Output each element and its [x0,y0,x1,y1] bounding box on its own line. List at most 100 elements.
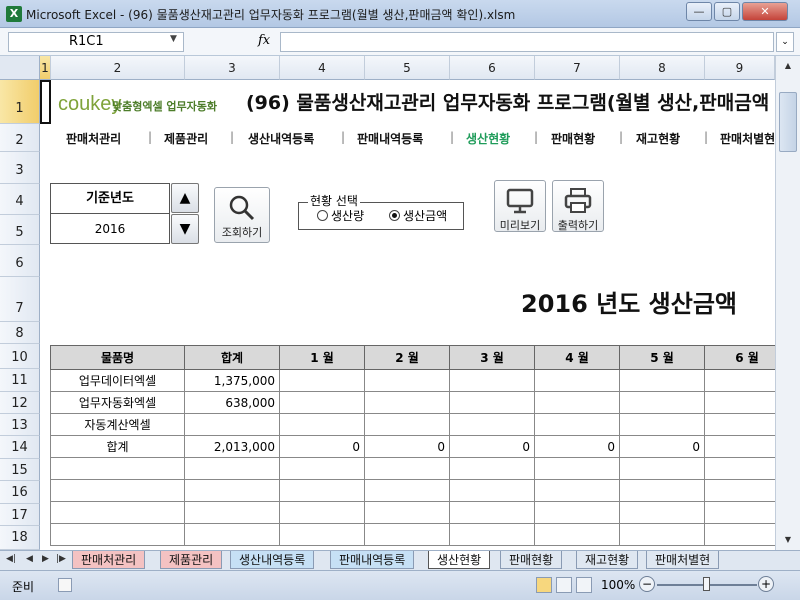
formula-input[interactable] [280,32,774,52]
sheet-tab[interactable]: 생산내역등록 [230,551,315,569]
column-header[interactable]: 2 [51,56,185,80]
col-month[interactable]: 5 월 [619,345,705,370]
year-up-button[interactable]: ▲ [171,183,199,213]
zoom-in-button[interactable]: + [758,576,774,592]
macro-record-icon[interactable] [58,578,72,592]
value-cell[interactable]: 0 [534,435,620,458]
excel-app-icon[interactable]: X [6,6,22,22]
col-item-name[interactable]: 물품명 [50,345,185,370]
expand-formula-bar-button[interactable]: ⌄ [776,32,794,52]
value-cell[interactable]: 0 [619,435,705,458]
sheet-tab[interactable]: 생산현황 [428,551,491,569]
value-cell[interactable] [534,501,620,524]
value-cell[interactable] [619,457,705,480]
scroll-up-icon[interactable]: ▲ [779,58,797,74]
value-cell[interactable] [534,391,620,414]
column-header[interactable]: 9 [705,56,775,80]
value-cell[interactable] [184,457,280,480]
item-name-cell[interactable]: 자동계산엑셀 [50,413,185,436]
menu-item-production-entry[interactable]: 생산내역등록 [248,130,314,147]
row-header[interactable]: 2 [0,124,40,152]
row-header[interactable]: 18 [0,526,40,550]
zoom-out-button[interactable]: − [639,576,655,592]
value-cell[interactable] [364,369,450,392]
row-header[interactable]: 13 [0,414,40,436]
next-sheet-icon[interactable]: ▶ [42,554,49,564]
value-cell[interactable] [279,457,365,480]
row-header[interactable]: 17 [0,504,40,526]
value-cell[interactable] [449,391,535,414]
row-header[interactable]: 14 [0,436,40,459]
value-cell[interactable] [364,523,450,546]
value-cell[interactable]: 638,000 [184,391,280,414]
first-sheet-icon[interactable]: ◀| [6,554,16,564]
col-month[interactable]: 2 월 [364,345,450,370]
name-box[interactable]: R1C1 [8,32,184,52]
print-button[interactable]: 출력하기 [552,180,604,232]
value-cell[interactable] [449,479,535,502]
value-cell[interactable] [619,413,705,436]
row-header[interactable]: 12 [0,392,40,414]
value-cell[interactable] [619,391,705,414]
minimize-button[interactable]: — [686,2,712,21]
worksheet-grid[interactable]: 1 2 3 4 5 6 7 8 9 1 2 3 4 5 6 7 8 10 11 … [0,56,800,550]
value-cell[interactable] [534,523,620,546]
column-header[interactable]: 5 [365,56,450,80]
insert-function-button[interactable]: fx [258,33,270,48]
scroll-down-icon[interactable]: ▼ [779,532,797,548]
value-cell[interactable] [534,479,620,502]
value-cell[interactable] [619,501,705,524]
zoom-slider-thumb[interactable] [703,577,710,591]
menu-item-sales-status[interactable]: 판매현황 [551,130,595,147]
zoom-level[interactable]: 100% [601,578,635,592]
close-button[interactable]: ✕ [742,2,788,21]
value-cell[interactable] [279,501,365,524]
value-cell[interactable] [184,523,280,546]
value-cell[interactable] [534,369,620,392]
value-cell[interactable] [184,479,280,502]
row-header[interactable]: 8 [0,322,40,344]
item-name-cell[interactable]: 업무데이터엑셀 [50,369,185,392]
row-header[interactable]: 10 [0,344,40,369]
menu-item-product[interactable]: 제품관리 [164,130,208,147]
sheet-tab[interactable]: 판매처관리 [72,551,146,569]
chevron-down-icon[interactable]: ▼ [170,34,177,44]
row-header[interactable]: 7 [0,277,40,322]
menu-item-production-status[interactable]: 생산현황 [466,130,510,147]
row-header[interactable]: 4 [0,184,40,215]
value-cell[interactable]: 0 [279,435,365,458]
value-cell[interactable] [279,523,365,546]
value-cell[interactable] [279,391,365,414]
radio-quantity[interactable]: 생산량 [317,207,364,224]
value-cell[interactable] [449,369,535,392]
value-cell[interactable] [534,413,620,436]
last-sheet-icon[interactable]: |▶ [56,554,66,564]
item-name-cell[interactable]: 업무자동화엑셀 [50,391,185,414]
column-header[interactable]: 4 [280,56,365,80]
vertical-scrollbar[interactable]: ▲ ▼ [775,56,800,550]
menu-item-customer-status[interactable]: 판매처별현 [720,130,775,147]
value-cell[interactable] [279,413,365,436]
item-name-cell[interactable] [50,501,185,524]
value-cell[interactable]: 2,013,000 [184,435,280,458]
value-cell[interactable] [619,479,705,502]
value-cell[interactable] [534,457,620,480]
sheet-tab[interactable]: 판매처별현 [646,551,720,569]
col-total[interactable]: 합계 [184,345,280,370]
sheet-tab[interactable]: 판매현황 [500,551,563,569]
value-cell[interactable] [364,457,450,480]
column-header[interactable]: 6 [450,56,535,80]
col-month[interactable]: 3 월 [449,345,535,370]
row-header[interactable]: 6 [0,245,40,277]
active-cell[interactable] [40,80,51,124]
value-cell[interactable] [364,479,450,502]
value-cell[interactable] [279,369,365,392]
item-name-cell[interactable]: 합계 [50,435,185,458]
value-cell[interactable] [364,501,450,524]
value-cell[interactable] [184,501,280,524]
column-header[interactable]: 3 [185,56,280,80]
sheet-tab[interactable]: 재고현황 [576,551,639,569]
col-month[interactable]: 1 월 [279,345,365,370]
row-header[interactable]: 16 [0,481,40,504]
item-name-cell[interactable] [50,523,185,546]
